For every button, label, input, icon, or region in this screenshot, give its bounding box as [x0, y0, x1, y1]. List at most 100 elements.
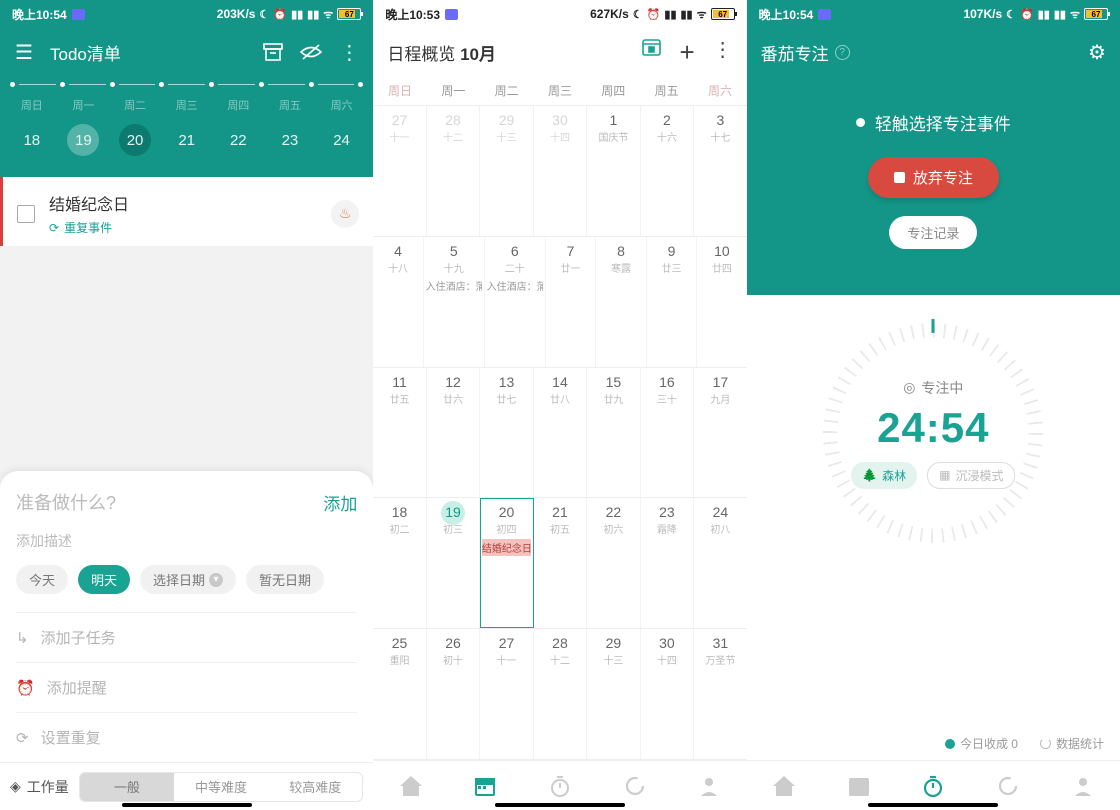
cal-day[interactable]: 28十二	[534, 629, 587, 759]
checkbox[interactable]	[17, 205, 35, 223]
cal-day[interactable]: 26初十	[427, 629, 480, 759]
cal-day[interactable]: 27十一	[480, 629, 533, 759]
cal-day[interactable]: 30十四	[534, 106, 587, 236]
data-stat[interactable]: 数据统计	[1040, 735, 1104, 752]
cal-day[interactable]: 1国庆节	[587, 106, 640, 236]
day-cell[interactable]: 23	[264, 132, 316, 149]
cal-day[interactable]: 8寒露	[596, 237, 646, 367]
status-rate: 203K/s	[217, 7, 256, 21]
add-reminder[interactable]: ⏰ 添加提醒	[16, 662, 357, 712]
nav-profile[interactable]	[672, 776, 747, 796]
cal-day[interactable]: 3十七	[694, 106, 746, 236]
cal-day[interactable]: 29十三	[587, 629, 640, 759]
nav-timer[interactable]	[523, 775, 598, 797]
more-icon[interactable]: ⋮	[337, 40, 361, 64]
eye-off-icon[interactable]	[299, 40, 323, 64]
cal-day[interactable]: 28十二	[427, 106, 480, 236]
todo-item[interactable]: 结婚纪念日 ⟳ 重复事件 ♨	[0, 177, 373, 246]
nav-timer[interactable]	[896, 775, 971, 797]
cal-day[interactable]: 4十八	[373, 237, 423, 367]
mode-forest[interactable]: 🌲 森林	[851, 462, 917, 489]
cal-day[interactable]: 25重阳	[373, 629, 426, 759]
nav-profile[interactable]	[1045, 776, 1120, 796]
more-icon[interactable]: ⋮	[713, 37, 733, 68]
cal-day[interactable]: 22初六	[587, 498, 640, 628]
cal-day[interactable]: 20初四结婚纪念日	[480, 498, 533, 628]
cal-day[interactable]: 10廿四	[697, 237, 746, 367]
task-title-input[interactable]: 准备做什么?	[16, 489, 323, 515]
task-desc-input[interactable]: 添加描述	[16, 531, 357, 551]
focus-record-button[interactable]: 专注记录	[889, 216, 977, 249]
cal-day[interactable]: 31万圣节	[694, 629, 746, 759]
seg-high[interactable]: 较高难度	[268, 773, 362, 801]
day-cell[interactable]: 21	[161, 132, 213, 149]
chip-no-date[interactable]: 暂无日期	[246, 565, 324, 594]
cal-day[interactable]: 16三十	[641, 368, 694, 498]
moon-icon: ☾	[633, 8, 643, 21]
today-icon[interactable]	[642, 37, 661, 68]
cal-day[interactable]: 27十一	[373, 106, 426, 236]
nav-home[interactable]	[373, 776, 448, 796]
cal-day[interactable]: 13廿七	[480, 368, 533, 498]
menu-icon[interactable]: ☰	[12, 40, 36, 64]
cal-day[interactable]: 2十六	[641, 106, 694, 236]
dow-label: 周二	[480, 76, 533, 105]
help-icon[interactable]: ?	[835, 45, 850, 60]
cal-day[interactable]: 29十三	[480, 106, 533, 236]
day-cell[interactable]: 22	[213, 132, 265, 149]
todo-title: 结婚纪念日	[49, 191, 129, 215]
day-cell[interactable]: 20	[109, 132, 161, 149]
status-time: 晚上10:54	[12, 6, 67, 23]
wifi-icon: ᯤ	[323, 7, 333, 22]
today-income[interactable]: 今日收成 0	[945, 735, 1018, 752]
archive-icon[interactable]	[261, 40, 285, 64]
moon-icon: ☾	[259, 8, 269, 21]
chip-tomorrow[interactable]: 明天	[78, 565, 130, 594]
cal-day[interactable]: 17九月	[694, 368, 746, 498]
day-cell[interactable]: 18	[6, 132, 58, 149]
cal-day[interactable]: 30十四	[641, 629, 694, 759]
set-repeat[interactable]: ⟳ 设置重复	[16, 712, 357, 762]
cal-day[interactable]: 14廿八	[534, 368, 587, 498]
cal-day[interactable]: 9廿三	[647, 237, 697, 367]
nav-calendar[interactable]	[448, 776, 523, 796]
cal-day[interactable]: 18初二	[373, 498, 426, 628]
abandon-button[interactable]: 放弃专注	[868, 157, 999, 198]
cal-day[interactable]: 11廿五	[373, 368, 426, 498]
select-focus-event[interactable]: 轻触选择专注事件	[856, 110, 1011, 135]
cal-day[interactable]: 19初三	[427, 498, 480, 628]
mode-immersive[interactable]: ▦ 沉浸模式	[927, 462, 1015, 489]
day-cell[interactable]: 19	[58, 132, 110, 149]
subtask-icon: ↳	[16, 629, 29, 647]
seg-medium[interactable]: 中等难度	[174, 773, 268, 801]
add-subtask[interactable]: ↳ 添加子任务	[16, 612, 357, 662]
cal-day[interactable]: 12廿六	[427, 368, 480, 498]
dow-label: 周五	[264, 97, 316, 117]
cal-day[interactable]: 7廿一	[546, 237, 596, 367]
wifi-icon: ᯤ	[1070, 7, 1080, 22]
nav-calendar[interactable]	[821, 776, 896, 796]
dow-label: 周三	[161, 97, 213, 117]
add-icon[interactable]: +	[679, 37, 694, 68]
flame-icon[interactable]: ♨	[331, 200, 359, 228]
cal-day[interactable]: 24初八	[694, 498, 746, 628]
cal-day[interactable]: 15廿九	[587, 368, 640, 498]
cal-day[interactable]: 23霜降	[641, 498, 694, 628]
cal-day[interactable]: 21初五	[534, 498, 587, 628]
nav-home[interactable]	[747, 776, 822, 796]
cal-day[interactable]: 6二十入住酒店：蒲	[485, 237, 546, 367]
chip-pick-date[interactable]: 选择日期 ▾	[140, 565, 236, 594]
chevron-down-icon: ▾	[209, 573, 223, 587]
workload-segment[interactable]: 一般 中等难度 较高难度	[79, 772, 364, 802]
tick-indicator	[932, 319, 935, 333]
add-button[interactable]: 添加	[323, 490, 357, 515]
gear-icon[interactable]: ⚙	[1088, 40, 1106, 65]
seg-normal[interactable]: 一般	[80, 773, 174, 801]
nav-progress[interactable]	[597, 776, 672, 796]
cal-week: 4十八5十九入住酒店：蒲6二十入住酒店：蒲7廿一8寒露9廿三10廿四	[373, 237, 746, 368]
cal-day[interactable]: 5十九入住酒店：蒲	[424, 237, 485, 367]
timer-dial[interactable]: ◎ 专注中 24:54 🌲 森林 ▦ 沉浸模式	[823, 323, 1043, 543]
day-cell[interactable]: 24	[316, 132, 368, 149]
nav-progress[interactable]	[971, 776, 1046, 796]
chip-today[interactable]: 今天	[16, 565, 68, 594]
